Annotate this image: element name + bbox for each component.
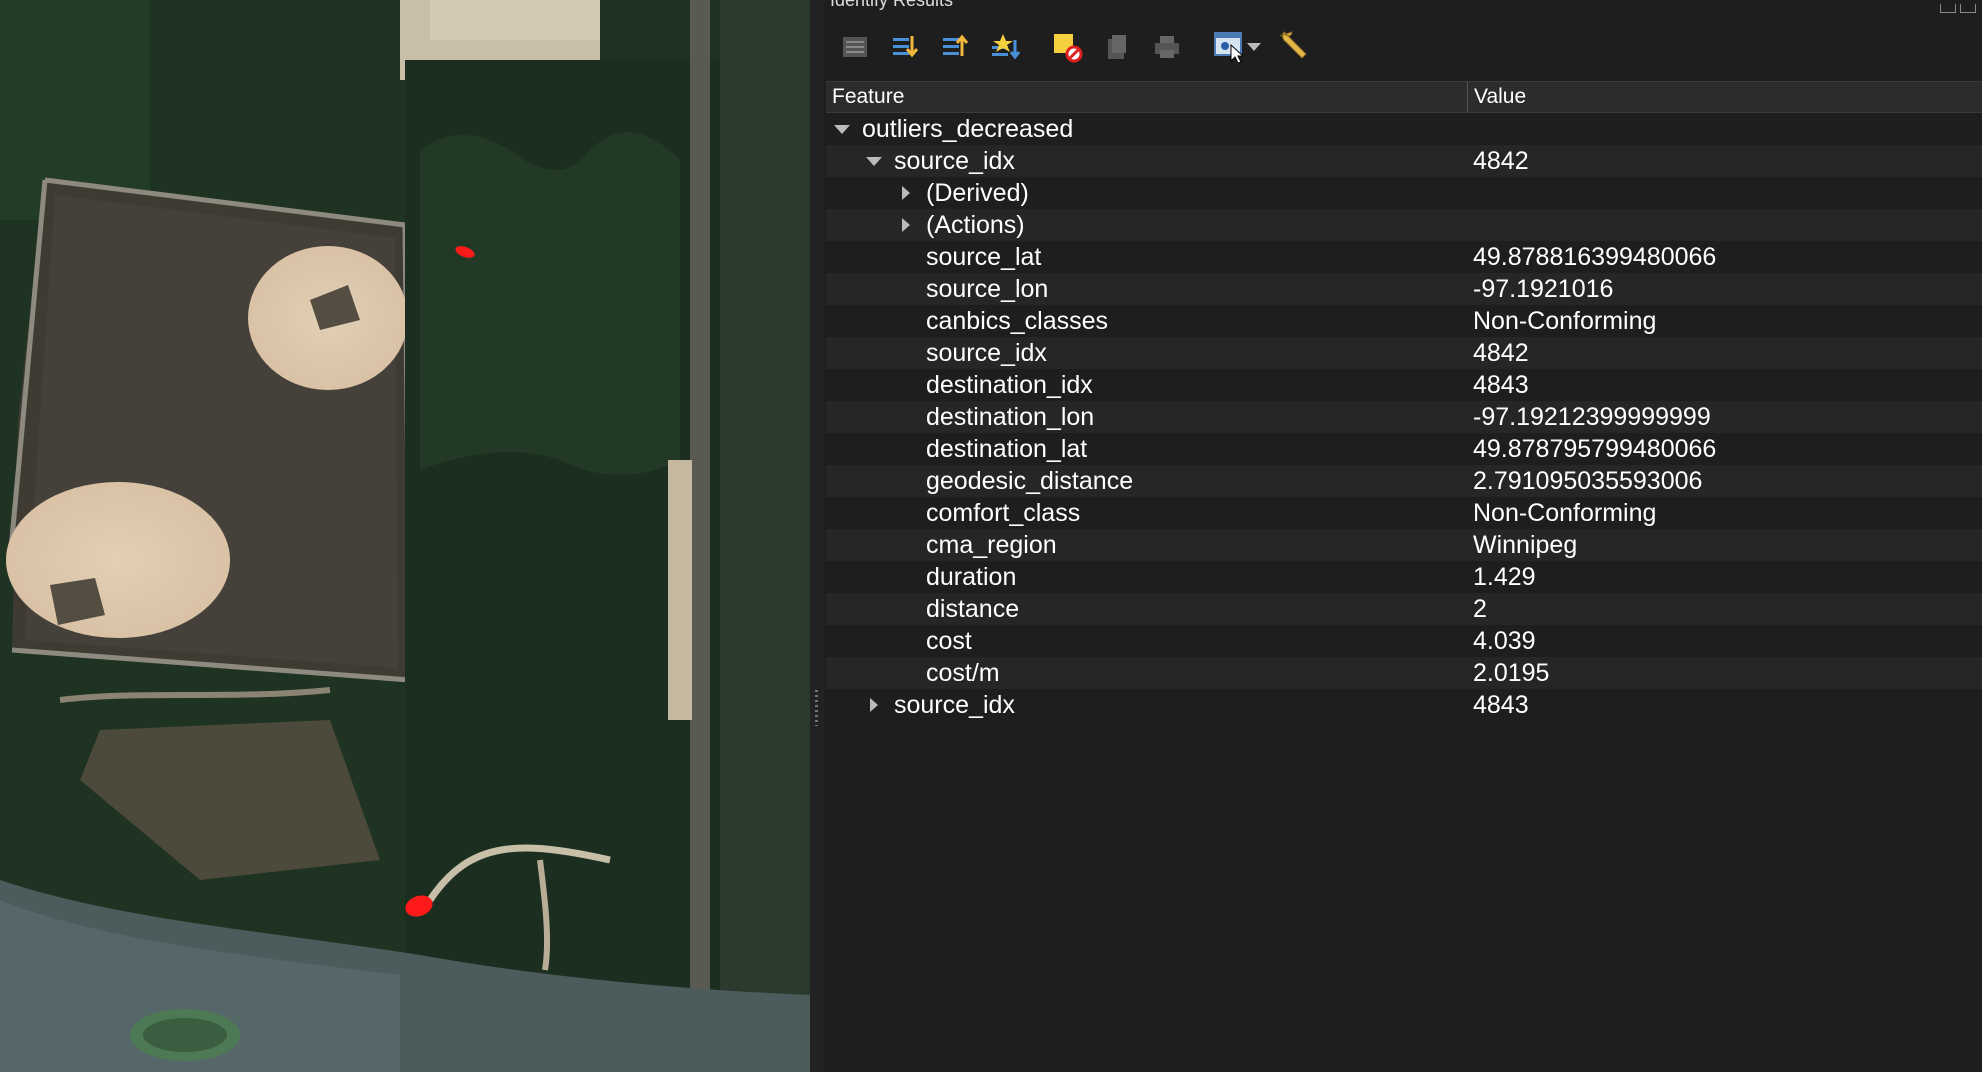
dropdown-arrow-icon[interactable] [1244,30,1264,64]
attribute-value: 2.791095035593006 [1473,467,1703,495]
attribute-row[interactable]: canbics_classes Non-Conforming [826,305,1982,337]
collapse-arrow-icon[interactable] [832,113,852,145]
feature-value: 4843 [1473,691,1529,719]
attribute-value: Non-Conforming [1473,307,1657,335]
panel-window-controls[interactable] [1936,0,1976,13]
attribute-name: duration [926,563,1017,591]
attribute-name: cost [926,627,972,655]
layer-name: outliers_decreased [862,115,1074,143]
results-tree: outliers_decreased source_idx 4842 (Deri… [826,113,1982,721]
tree-row-feature[interactable]: source_idx 4843 [826,689,1982,721]
attribute-name: source_lat [926,243,1042,271]
results-tree-header: Feature Value [826,81,1982,113]
attribute-name: distance [926,595,1020,623]
satellite-imagery [0,0,810,1072]
close-panel-icon[interactable] [1960,4,1976,13]
expand-all-icon[interactable] [888,30,922,64]
tree-row-actions[interactable]: (Actions) [826,209,1982,241]
attribute-row[interactable]: cost 4.039 [826,625,1982,657]
attribute-row[interactable]: comfort_class Non-Conforming [826,497,1982,529]
expand-arrow-icon[interactable] [864,689,884,721]
attribute-name: comfort_class [926,499,1081,527]
feature-label: source_idx [894,691,1015,719]
attribute-row[interactable]: duration 1.429 [826,561,1982,593]
expand-tree-icon[interactable] [838,30,872,64]
map-canvas[interactable] [0,0,810,1072]
feature-value: 4842 [1473,147,1529,175]
identify-toolbar [824,24,1982,70]
attribute-name: destination_idx [926,371,1093,399]
attribute-value: Winnipeg [1473,531,1578,559]
attribute-name: destination_lat [926,435,1088,463]
derived-label: (Derived) [926,179,1029,207]
attribute-name: destination_lon [926,403,1095,431]
actions-label: (Actions) [926,211,1025,239]
attribute-value: 1.429 [1473,563,1536,591]
attribute-value: 4843 [1473,371,1529,399]
attribute-value: 2 [1473,595,1487,623]
feature-label: source_idx [894,147,1015,175]
attribute-row[interactable]: cma_region Winnipeg [826,529,1982,561]
splitter-grip-icon[interactable] [815,690,818,726]
panel-title: Identify Results [830,0,954,10]
tree-row-derived[interactable]: (Derived) [826,177,1982,209]
feature-column-header[interactable]: Feature [832,85,904,109]
attribute-name: cma_region [926,531,1057,559]
copy-feature-icon[interactable] [1100,30,1134,64]
expand-arrow-icon[interactable] [896,177,916,209]
panel-splitter[interactable] [810,0,824,1072]
attribute-row[interactable]: geodesic_distance 2.791095035593006 [826,465,1982,497]
identify-results-panel: Identify Results Feature Value outliers_… [824,0,1982,1072]
attribute-value: 4842 [1473,339,1529,367]
attribute-value: -97.1921016 [1473,275,1614,303]
attribute-row[interactable]: distance 2 [826,593,1982,625]
float-panel-icon[interactable] [1940,4,1956,13]
attribute-row[interactable]: destination_lon -97.19212399999999 [826,401,1982,433]
tree-row-feature[interactable]: source_idx 4842 [826,145,1982,177]
attribute-value: -97.19212399999999 [1473,403,1711,431]
expand-new-results-icon[interactable] [988,30,1022,64]
attribute-name: canbics_classes [926,307,1109,335]
attribute-name: source_idx [926,339,1047,367]
settings-wrench-icon[interactable] [1276,30,1310,64]
attribute-row[interactable]: destination_lat 49.878795799480066 [826,433,1982,465]
tree-row-layer[interactable]: outliers_decreased [826,113,1982,145]
attribute-name: source_lon [926,275,1049,303]
attribute-value: Non-Conforming [1473,499,1657,527]
attribute-row[interactable]: cost/m 2.0195 [826,657,1982,689]
print-icon[interactable] [1150,30,1184,64]
attribute-value: 49.878795799480066 [1473,435,1717,463]
attribute-value: 49.878816399480066 [1473,243,1717,271]
attribute-value: 4.039 [1473,627,1536,655]
clear-results-icon[interactable] [1050,30,1084,64]
attribute-row[interactable]: destination_idx 4843 [826,369,1982,401]
collapse-arrow-icon[interactable] [864,145,884,177]
attribute-row[interactable]: source_idx 4842 [826,337,1982,369]
attribute-name: cost/m [926,659,1000,687]
attribute-row[interactable]: source_lat 49.878816399480066 [826,241,1982,273]
expand-arrow-icon[interactable] [896,209,916,241]
value-column-header[interactable]: Value [1467,82,1526,112]
attribute-value: 2.0195 [1473,659,1550,687]
attribute-row[interactable]: source_lon -97.1921016 [826,273,1982,305]
collapse-all-icon[interactable] [938,30,972,64]
identify-mode-icon[interactable] [1212,30,1246,64]
attribute-name: geodesic_distance [926,467,1134,495]
